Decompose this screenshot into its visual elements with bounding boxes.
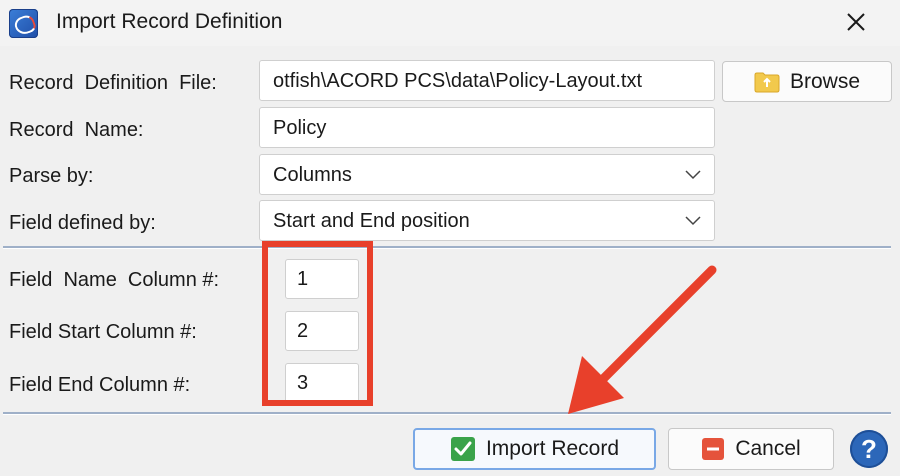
help-button[interactable]: ? bbox=[850, 430, 888, 468]
import-record-button[interactable]: Import Record bbox=[413, 428, 656, 470]
cancel-button[interactable]: Cancel bbox=[668, 428, 834, 470]
help-icon: ? bbox=[861, 433, 877, 464]
import-record-label: Import Record bbox=[485, 437, 620, 460]
cancel-label: Cancel bbox=[735, 437, 801, 460]
checkmark-icon bbox=[450, 437, 475, 461]
annotation-arrow bbox=[568, 265, 717, 414]
cancel-icon bbox=[702, 438, 725, 460]
